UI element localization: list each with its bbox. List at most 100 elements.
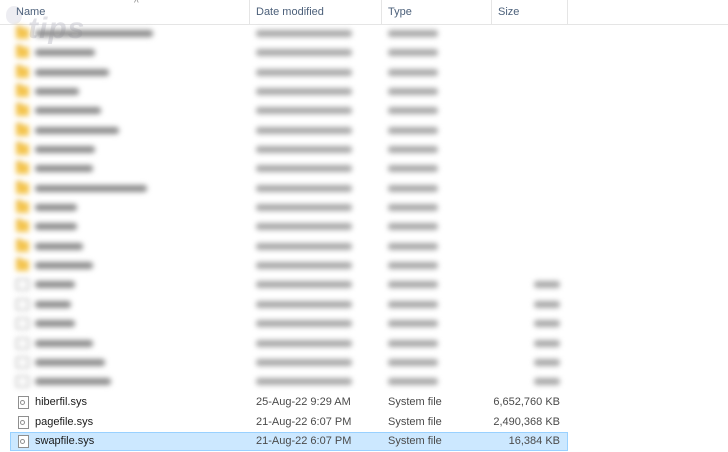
list-item[interactable] [0, 372, 728, 391]
file-size: 2,490,368 KB [493, 416, 560, 428]
obscured-size [534, 281, 560, 289]
list-item[interactable] [0, 82, 728, 101]
folder-icon [16, 200, 29, 214]
obscured-date [256, 49, 352, 57]
obscured-name [35, 242, 83, 250]
column-header-size[interactable]: Size [492, 0, 568, 24]
folder-icon [16, 64, 29, 78]
column-header-date-modified[interactable]: Date modified [250, 0, 382, 24]
file-icon [16, 318, 29, 330]
folder-icon [16, 161, 29, 175]
folder-icon [16, 142, 29, 156]
list-item[interactable] [0, 217, 728, 236]
obscured-name [35, 184, 147, 192]
obscured-type [388, 126, 438, 134]
list-item[interactable] [0, 63, 728, 82]
obscured-type [388, 223, 438, 231]
list-item[interactable] [0, 256, 728, 275]
obscured-name [35, 204, 77, 212]
obscured-name [35, 30, 153, 37]
obscured-date [256, 223, 352, 231]
obscured-name [35, 300, 71, 308]
file-size: 16,384 KB [508, 435, 560, 447]
column-header-type-label: Type [388, 6, 412, 18]
list-item[interactable] [0, 179, 728, 198]
list-item[interactable] [0, 43, 728, 62]
file-icon [16, 298, 29, 310]
obscured-type [388, 204, 438, 212]
column-header-type[interactable]: Type [382, 0, 492, 24]
obscured-name [35, 88, 79, 96]
obscured-type [388, 88, 438, 96]
obscured-name [35, 223, 77, 231]
obscured-date [256, 165, 352, 173]
list-item[interactable] [0, 24, 728, 43]
file-icon [16, 356, 29, 368]
obscured-type [388, 184, 438, 192]
obscured-size [534, 378, 560, 386]
sort-ascending-icon: ^ [134, 0, 139, 9]
folder-icon [16, 26, 29, 39]
obscured-name [35, 49, 95, 57]
obscured-name [35, 126, 119, 134]
file-name: hiberfil.sys [35, 396, 87, 408]
obscured-type [388, 68, 438, 76]
file-row[interactable]: hiberfil.sys 25-Aug-22 9:29 AM System file… [0, 393, 728, 412]
obscured-date [256, 339, 352, 347]
list-item[interactable] [0, 121, 728, 140]
obscured-date [256, 126, 352, 134]
folder-icon [16, 219, 29, 233]
file-icon [16, 376, 29, 388]
obscured-date [256, 242, 352, 250]
obscured-name [35, 146, 95, 154]
obscured-date [256, 30, 352, 37]
file-row[interactable]: pagefile.sys 21-Aug-22 6:07 PM System file… [0, 413, 728, 432]
obscured-date [256, 281, 352, 289]
folder-icon [16, 180, 29, 194]
obscured-size [534, 320, 560, 328]
file-type: System file [388, 396, 442, 408]
obscured-type [388, 107, 438, 115]
folder-icon [16, 238, 29, 252]
obscured-type [388, 242, 438, 250]
list-item[interactable] [0, 198, 728, 217]
obscured-type [388, 320, 438, 328]
column-header-size-label: Size [498, 6, 520, 18]
list-item[interactable] [0, 101, 728, 120]
list-item[interactable] [0, 314, 728, 333]
obscured-size [534, 339, 560, 347]
list-item[interactable] [0, 295, 728, 314]
folder-icon [16, 258, 29, 272]
obscured-name [35, 107, 101, 115]
obscured-date [256, 378, 352, 386]
file-list-blurred [0, 24, 728, 392]
list-item[interactable] [0, 334, 728, 353]
obscured-type [388, 49, 438, 57]
file-date-modified: 21-Aug-22 6:07 PM [256, 416, 352, 428]
obscured-type [388, 281, 438, 289]
list-item[interactable] [0, 275, 728, 294]
obscured-date [256, 204, 352, 212]
column-header-name[interactable]: Name ^ [10, 0, 250, 24]
file-row[interactable]: swapfile.sys 21-Aug-22 6:07 PM System file… [0, 432, 728, 451]
list-item[interactable] [0, 159, 728, 178]
list-item[interactable] [0, 140, 728, 159]
obscured-type [388, 146, 438, 154]
file-name: swapfile.sys [35, 435, 95, 447]
obscured-name [35, 68, 109, 76]
obscured-name [35, 165, 93, 173]
column-header-date-label: Date modified [256, 6, 324, 18]
obscured-type [388, 165, 438, 173]
list-item[interactable] [0, 353, 728, 372]
obscured-date [256, 320, 352, 328]
folder-icon [16, 103, 29, 117]
obscured-type [388, 30, 438, 37]
system-file-icon [18, 416, 29, 429]
obscured-name [35, 262, 93, 270]
file-type: System file [388, 435, 442, 447]
obscured-name [35, 339, 93, 347]
obscured-date [256, 88, 352, 96]
obscured-date [256, 107, 352, 115]
list-item[interactable] [0, 237, 728, 256]
obscured-name [35, 358, 105, 366]
